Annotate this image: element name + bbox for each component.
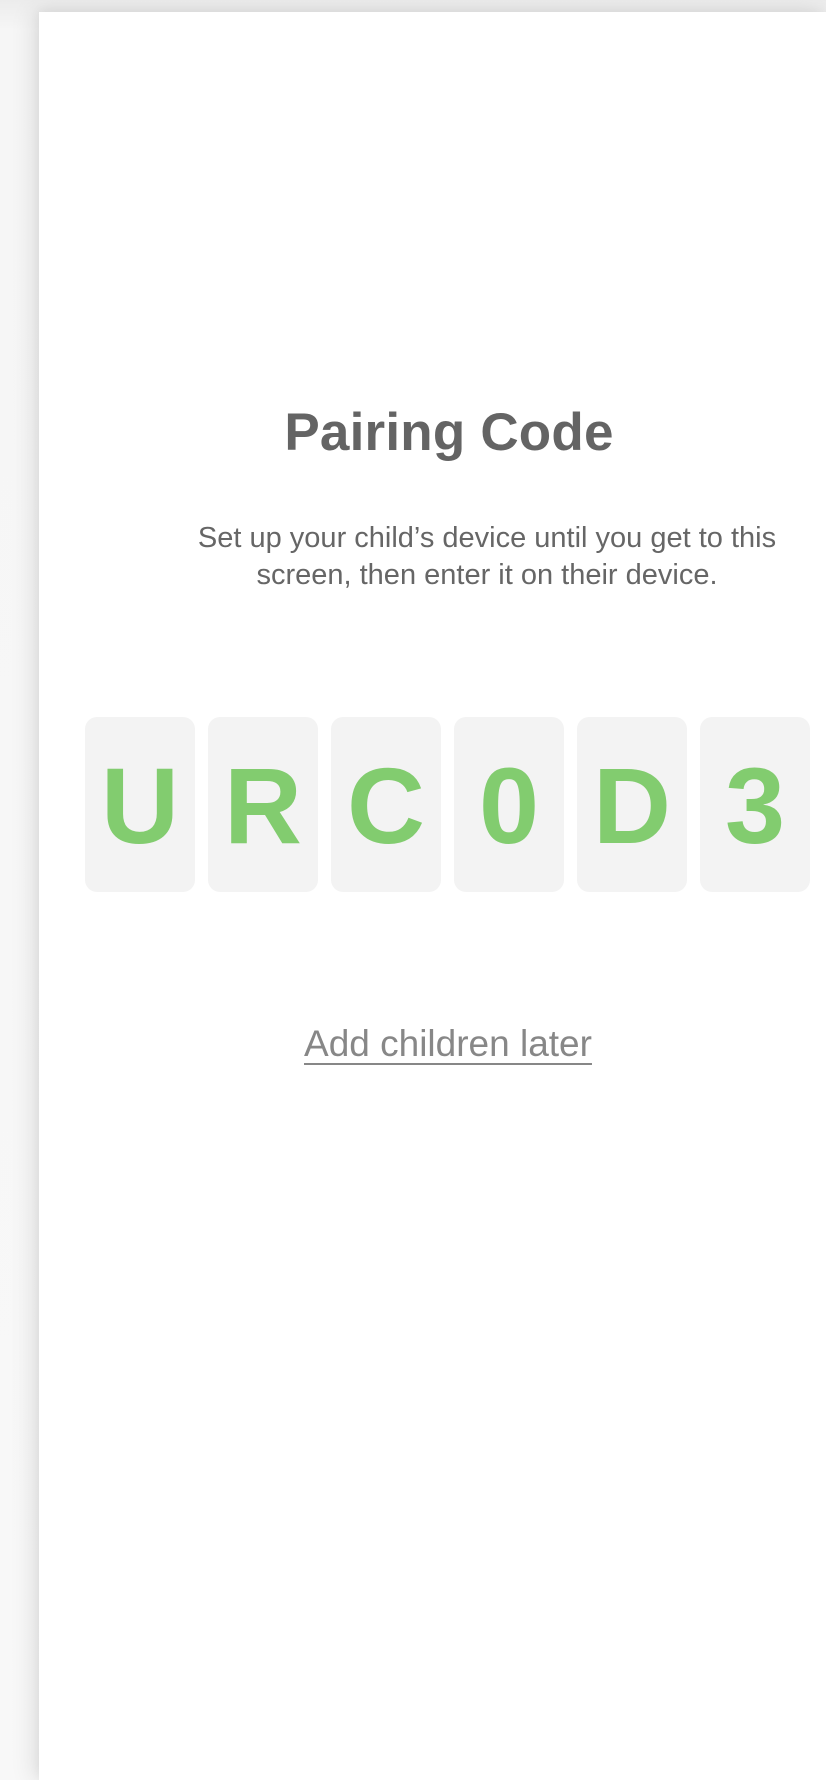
code-character-4: 0 bbox=[454, 717, 564, 892]
phone-screen: Pairing Code Set up your child’s device … bbox=[39, 12, 826, 1780]
instructions-text: Set up your child’s device until you get… bbox=[197, 522, 777, 591]
code-character-3: C bbox=[331, 717, 441, 892]
code-character-5: D bbox=[577, 717, 687, 892]
code-character-6: 3 bbox=[700, 717, 810, 892]
add-children-later-container: Add children later bbox=[0, 1023, 826, 1065]
code-character-2: R bbox=[208, 717, 318, 892]
pairing-code-display: U R C 0 D 3 bbox=[85, 717, 810, 892]
add-children-later-link[interactable]: Add children later bbox=[304, 1023, 592, 1064]
page-title: Pairing Code bbox=[284, 403, 614, 462]
code-character-1: U bbox=[85, 717, 195, 892]
